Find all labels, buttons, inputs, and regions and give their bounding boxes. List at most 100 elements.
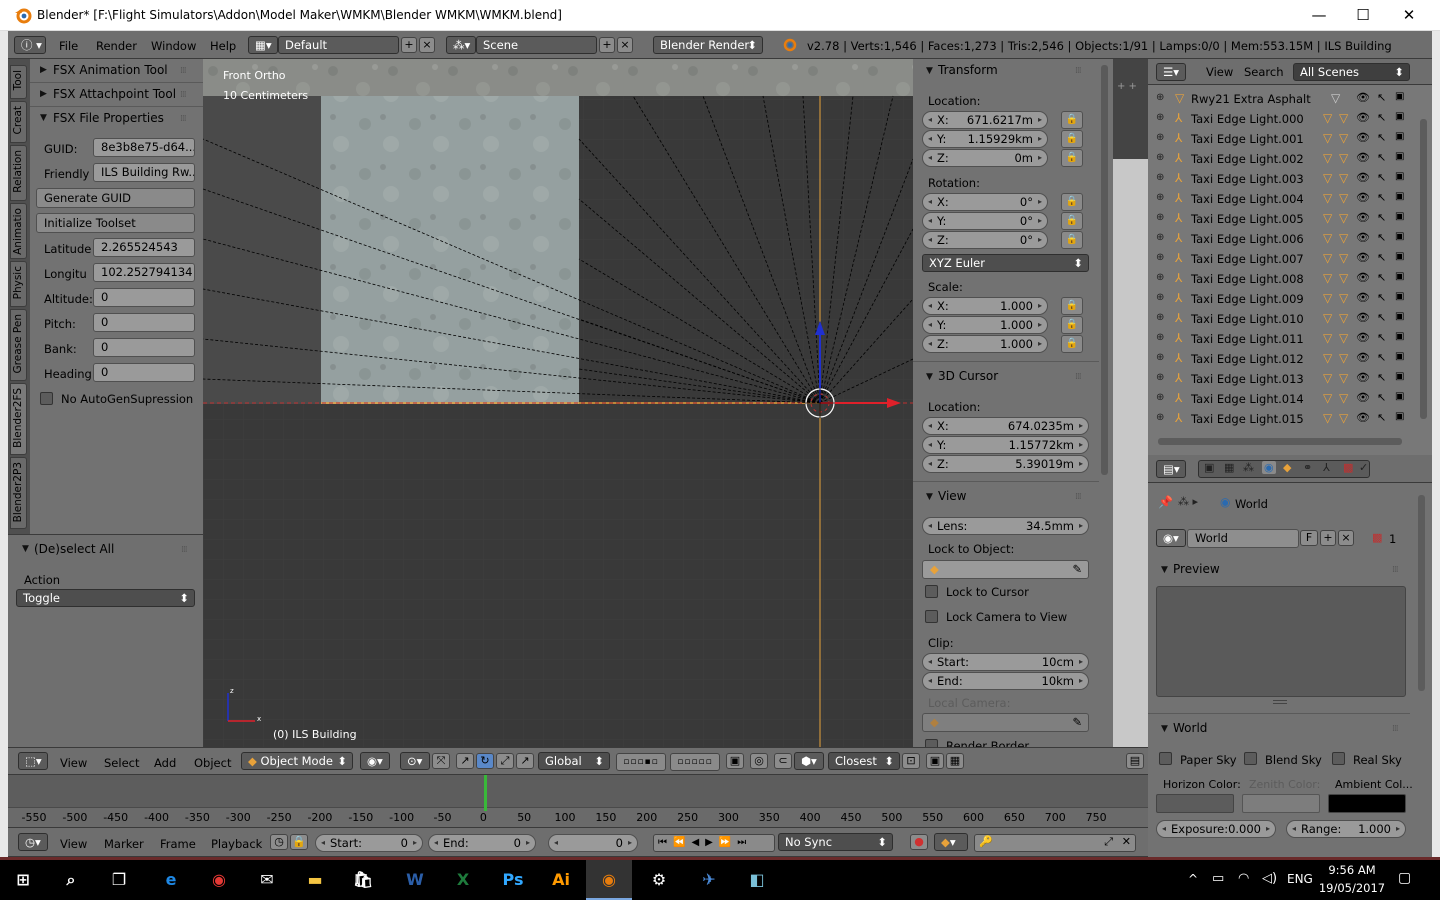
expand-icon[interactable]: ⊕ xyxy=(1156,172,1164,183)
location-x-field[interactable]: ◂ X: 671.6217m ▸ xyxy=(922,111,1048,129)
cursor-select-icon[interactable]: ↖ xyxy=(1377,271,1386,284)
camera-render-icon[interactable]: ▣ xyxy=(1395,231,1404,242)
eye-icon[interactable]: 👁 xyxy=(1356,251,1370,264)
camera-render-icon[interactable]: ▣ xyxy=(1395,191,1404,202)
eye-icon[interactable]: 👁 xyxy=(1356,331,1370,344)
drag-handle-icon[interactable]: ⁞⁞⁞ xyxy=(180,66,187,76)
scale-x-field[interactable]: ◂ X: 1.000 ▸ xyxy=(922,297,1048,315)
outliner-item-taxi-008[interactable]: ⊕ ⅄ Taxi Edge Light.008 ▽ ▽ 👁 ↖ ▣ xyxy=(1148,269,1406,289)
location-y-field[interactable]: ◂ Y: 1.15929km ▸ xyxy=(922,130,1048,148)
3d-viewport[interactable]: Front Ortho 10 Centimeters z x (0) ILS B… xyxy=(203,59,913,747)
horizon-color-swatch[interactable] xyxy=(1156,794,1234,813)
rotation-y-field[interactable]: ◂ Y: 0° ▸ xyxy=(922,212,1048,230)
timeline-menu-frame[interactable]: Frame xyxy=(160,837,196,851)
lock-icon[interactable]: 🔒 xyxy=(1061,149,1083,167)
expand-icon[interactable]: ⊕ xyxy=(1156,292,1164,303)
outliner-menu-search[interactable]: Search xyxy=(1244,65,1284,79)
playback-controls[interactable]: ⏮⏪◀▶⏩⏭ xyxy=(653,834,775,852)
outliner-item-taxi-011[interactable]: ⊕ ⅄ Taxi Edge Light.011 ▽ ▽ 👁 ↖ ▣ xyxy=(1148,329,1406,349)
cursor-select-icon[interactable]: ↖ xyxy=(1377,231,1386,244)
drag-handle-icon[interactable]: ⁞⁞⁞ xyxy=(180,114,187,124)
snap-align-icon[interactable]: ⊡ xyxy=(902,753,920,769)
clock-date[interactable]: 19/05/2017 xyxy=(1318,881,1386,895)
viewport-shading-select[interactable]: ◉▾ xyxy=(360,752,390,770)
camera-render-icon[interactable]: ▣ xyxy=(1395,91,1404,102)
task-view-icon[interactable]: ❐ xyxy=(96,860,142,900)
rotate-manipulator-icon[interactable]: ↻ xyxy=(476,753,494,769)
drag-handle-icon[interactable]: ⁞⁞⁞ xyxy=(1075,66,1082,76)
proportional-edit-icon[interactable]: ◎ xyxy=(750,753,768,769)
resize-handle-icon[interactable] xyxy=(1273,700,1287,704)
drag-handle-icon[interactable]: ⁞⁞⁞ xyxy=(181,545,188,555)
outliner-item-taxi-014[interactable]: ⊕ ⅄ Taxi Edge Light.014 ▽ ▽ 👁 ↖ ▣ xyxy=(1148,389,1406,409)
view3d-menu-add[interactable]: Add xyxy=(154,756,176,770)
lock-icon[interactable]: 🔒 xyxy=(1061,130,1083,148)
camera-render-icon[interactable]: ▣ xyxy=(1395,391,1404,402)
camera-render-icon[interactable]: ▣ xyxy=(1395,251,1404,262)
camera-render-icon[interactable]: ▣ xyxy=(1395,371,1404,382)
render-border-checkbox[interactable] xyxy=(925,739,938,747)
lock-camera-checkbox[interactable] xyxy=(925,610,938,623)
render-engine-select[interactable]: Blender Render ⬍ xyxy=(653,36,763,54)
volume-icon[interactable]: ◁) xyxy=(1262,871,1277,886)
expand-icon[interactable]: ⊕ xyxy=(1156,312,1164,323)
transform-orientation-select[interactable]: Global ⬍ xyxy=(538,752,610,770)
delete-keyframe-icon[interactable]: ✕ xyxy=(1122,835,1131,848)
current-frame-marker[interactable] xyxy=(484,775,487,811)
keying-set-field[interactable]: 🔑 ⤢ ✕ xyxy=(974,834,1136,852)
transform-orientation-icon[interactable]: ↗ xyxy=(516,753,534,769)
eye-icon[interactable]: 👁 xyxy=(1356,411,1370,424)
remove-scene-icon[interactable]: × xyxy=(617,37,633,53)
cursor-x-field[interactable]: ◂ X: 674.0235m ▸ xyxy=(922,417,1089,435)
expand-icon[interactable]: ⊕ xyxy=(1156,192,1164,203)
cursor-select-icon[interactable]: ↖ xyxy=(1377,131,1386,144)
expand-icon[interactable]: ⊕ xyxy=(1156,352,1164,363)
tab-tool[interactable]: Tool xyxy=(10,65,27,99)
expand-icon[interactable]: ⊕ xyxy=(1156,152,1164,163)
scene-icon[interactable]: ⁂▾ xyxy=(446,36,476,54)
camera-render-icon[interactable]: ▣ xyxy=(1395,331,1404,342)
camera-render-icon[interactable]: ▣ xyxy=(1395,291,1404,302)
cursor-select-icon[interactable]: ↖ xyxy=(1377,91,1386,104)
eye-icon[interactable]: 👁 xyxy=(1356,91,1370,104)
modifiers-icon[interactable]: ⅄ xyxy=(1323,461,1330,474)
lock-frame-icon[interactable]: 🔒 xyxy=(290,834,308,850)
properties-scrollbar[interactable] xyxy=(1418,495,1425,691)
generate-guid-button[interactable]: Generate GUID xyxy=(36,188,195,208)
snap-target-select[interactable]: Closest ⬍ xyxy=(828,752,900,770)
action-select[interactable]: Toggle ⬍ xyxy=(16,589,195,607)
language-indicator[interactable]: ENG xyxy=(1287,872,1313,886)
eye-icon[interactable]: 👁 xyxy=(1356,111,1370,124)
pin-icon[interactable]: 📌 xyxy=(1158,495,1173,509)
eyedropper-icon[interactable]: ✎ xyxy=(1072,561,1082,578)
view3d-menu-object[interactable]: Object xyxy=(194,756,231,770)
word-icon[interactable]: W xyxy=(392,860,438,900)
photoshop-icon[interactable]: Ps xyxy=(490,860,536,900)
timeline-area[interactable]: -550 -500 -450 -400 -350 -300 -250 -200 -150 -100… xyxy=(8,775,1148,827)
cursor-select-icon[interactable]: ↖ xyxy=(1377,411,1386,424)
notifications-icon[interactable]: ▢ xyxy=(1398,870,1411,886)
bank-field[interactable]: 0 xyxy=(93,338,195,357)
edge-browser-icon[interactable]: e xyxy=(148,860,194,900)
timeline-menu-playback[interactable]: Playback xyxy=(211,837,262,851)
lock-icon[interactable]: 🔒 xyxy=(1061,297,1083,315)
outliner-item-taxi-001[interactable]: ⊕ ⅄ Taxi Edge Light.001 ▽ ▽ 👁 ↖ ▣ xyxy=(1148,129,1406,149)
clip-end-field[interactable]: ◂ End: 10km ▸ xyxy=(922,672,1089,690)
lock-icon[interactable]: 🔒 xyxy=(1061,316,1083,334)
camera-render-icon[interactable]: ▣ xyxy=(1395,131,1404,142)
editor-type-info-icon[interactable]: ⓘ ▾ xyxy=(14,36,46,54)
timeline-editor-icon[interactable]: ◷▾ xyxy=(18,833,48,851)
expand-icon[interactable]: ⊕ xyxy=(1156,212,1164,223)
outliner-item-taxi-015[interactable]: ⊕ ⅄ Taxi Edge Light.015 ▽ ▽ 👁 ↖ ▣ xyxy=(1148,409,1406,427)
ambient-color-swatch[interactable] xyxy=(1328,794,1406,813)
eye-icon[interactable]: 👁 xyxy=(1356,171,1370,184)
mail-icon[interactable]: ✉ xyxy=(244,860,290,900)
camera-render-icon[interactable]: ▣ xyxy=(1395,171,1404,182)
cursor-select-icon[interactable]: ↖ xyxy=(1377,331,1386,344)
expand-icon[interactable]: ⊕ xyxy=(1156,232,1164,243)
camera-render-icon[interactable]: ▣ xyxy=(1395,311,1404,322)
cursor-select-icon[interactable]: ↖ xyxy=(1377,371,1386,384)
drag-handle-icon[interactable]: ⁞⁞⁞ xyxy=(1075,492,1082,502)
fake-user-button[interactable]: F xyxy=(1300,530,1318,546)
outliner-item-taxi-003[interactable]: ⊕ ⅄ Taxi Edge Light.003 ▽ ▽ 👁 ↖ ▣ xyxy=(1148,169,1406,189)
